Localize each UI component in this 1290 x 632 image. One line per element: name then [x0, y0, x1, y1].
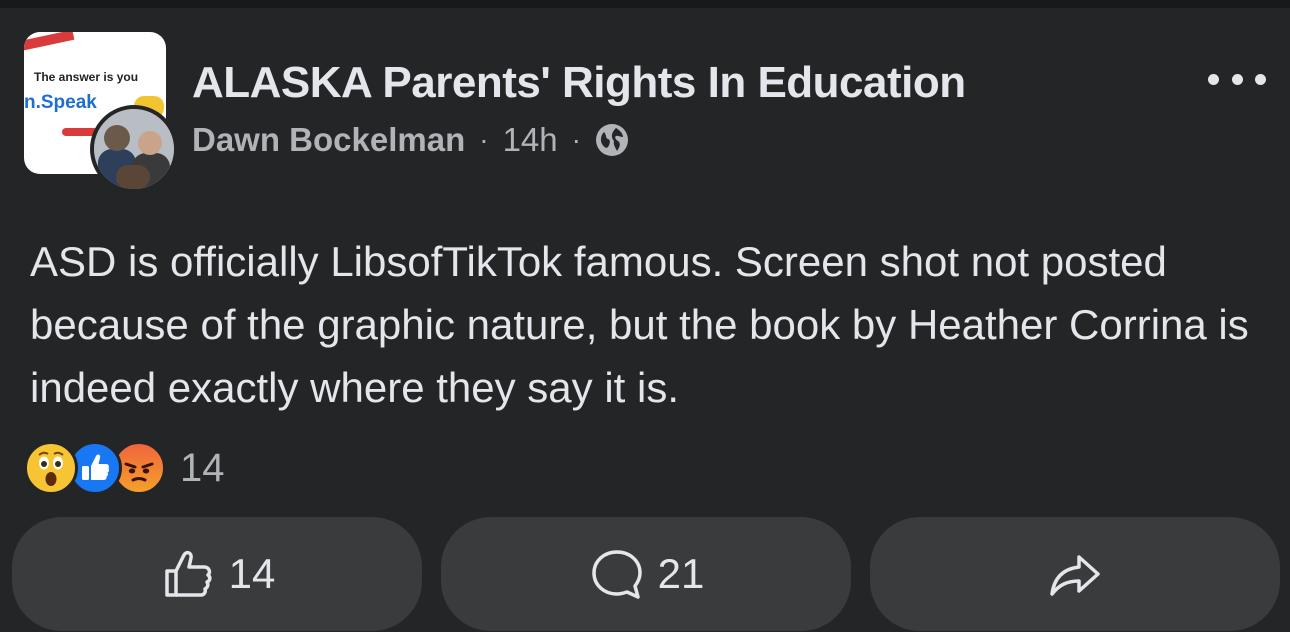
post-card: The answer is you n.Speak ALASKA Parents…: [0, 8, 1290, 632]
post-meta: Dawn Bockelman · 14h ·: [192, 120, 629, 160]
group-name-link[interactable]: ALASKA Parents' Rights In Education: [192, 58, 966, 108]
meta-separator: ·: [479, 124, 489, 155]
post-timestamp[interactable]: 14h: [503, 121, 558, 159]
author-avatar[interactable]: [90, 105, 178, 193]
group-avatar-text-line1: The answer is you: [34, 70, 139, 84]
thumbs-up-icon: [164, 550, 212, 597]
reactions-summary[interactable]: 14: [24, 441, 225, 495]
like-count: 14: [228, 550, 276, 597]
like-button[interactable]: 14: [12, 517, 422, 631]
author-name-link[interactable]: Dawn Bockelman: [192, 121, 465, 159]
wow-icon: [24, 441, 78, 495]
more-options-icon[interactable]: [1208, 64, 1266, 94]
meta-separator: ·: [571, 124, 581, 155]
globe-icon: [595, 123, 629, 157]
share-button[interactable]: [870, 517, 1280, 631]
share-arrow-icon: [1050, 555, 1100, 596]
avatar-decoration: [24, 32, 75, 53]
comment-count: 21: [657, 550, 705, 597]
top-edge-bar: [0, 0, 1290, 8]
post-body-text: ASD is officially LibsofTikTok famous. S…: [30, 238, 1249, 411]
comment-button[interactable]: 21: [441, 517, 851, 631]
comment-bubble-icon: [591, 550, 642, 599]
reaction-count: 14: [180, 445, 225, 490]
group-avatar-text-line2: n.Speak: [24, 92, 97, 113]
author-photo: [94, 109, 174, 189]
